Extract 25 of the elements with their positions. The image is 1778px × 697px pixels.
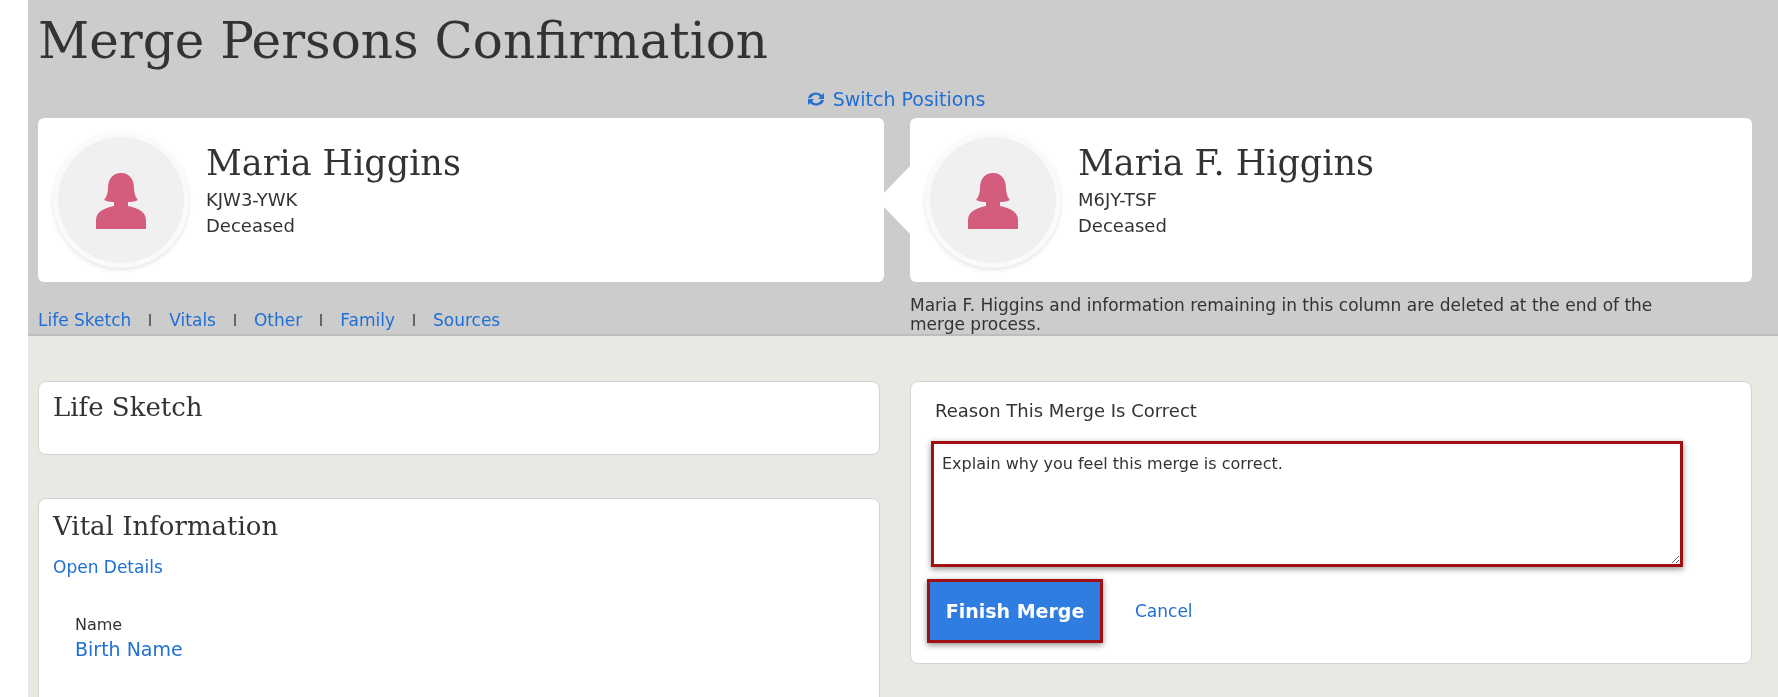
person-id: KJW3-YWK bbox=[206, 188, 298, 212]
field-label: Name bbox=[75, 615, 124, 634]
reason-title: Reason This Merge Is Correct bbox=[935, 400, 1198, 421]
birth-name-link[interactable]: Birth Name bbox=[75, 638, 183, 660]
section-link[interactable]: Life Sketch bbox=[38, 310, 132, 330]
section-link[interactable]: Vitals bbox=[169, 310, 216, 330]
person-icon bbox=[96, 171, 146, 229]
person-icon bbox=[968, 171, 1018, 229]
person-name: Maria F. Higgins bbox=[1078, 142, 1374, 185]
section-link[interactable]: Other bbox=[254, 310, 303, 330]
panel-title: Life Sketch bbox=[53, 392, 204, 422]
cancel-link[interactable]: Cancel bbox=[1135, 601, 1193, 621]
open-details-link[interactable]: Open Details bbox=[53, 557, 163, 577]
switch-positions-link[interactable]: Switch Positions bbox=[804, 88, 986, 110]
deletion-note: Maria F. Higgins and information remaining in this column are deleted at the end of the merge process. bbox=[910, 296, 1654, 334]
person-status: Deceased bbox=[206, 214, 295, 238]
reason-field[interactable]: Explain why you feel this merge is correct. bbox=[931, 441, 1683, 567]
page-title: Merge Persons Confirmation bbox=[38, 11, 768, 72]
section-link[interactable]: Family bbox=[340, 310, 395, 330]
person-id: M6JY-TSF bbox=[1078, 188, 1157, 212]
person-status: Deceased bbox=[1078, 214, 1167, 238]
finish-merge-button[interactable]: Finish Merge bbox=[927, 579, 1103, 643]
person-name: Maria Higgins bbox=[206, 142, 461, 185]
section-link[interactable]: Sources bbox=[432, 310, 501, 330]
panel-title: Vital Information bbox=[53, 511, 280, 541]
